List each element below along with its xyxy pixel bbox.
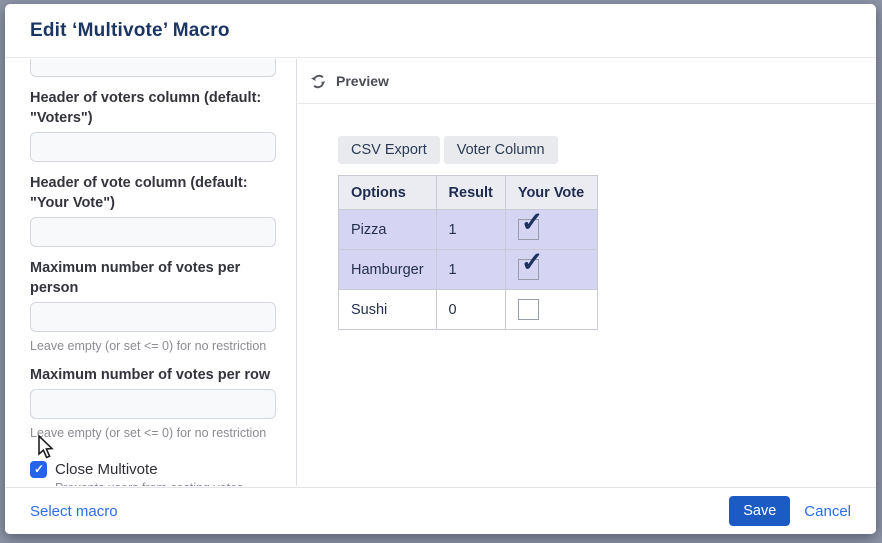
result-cell: 0 [436,290,505,330]
refresh-icon[interactable] [310,73,327,90]
preview-button-row: CSV Export Voter Column [338,136,876,164]
option-cell: Hamburger [339,250,437,290]
max-votes-row-label: Maximum number of votes per row [30,365,276,385]
close-multivote-row: Close Multivote [30,461,276,478]
table-row: Pizza 1 [339,210,598,250]
dialog-footer: Select macro Save Cancel [5,487,876,534]
table-row: Sushi 0 [339,290,598,330]
column-header-result: Result [436,176,505,210]
vote-column-input[interactable] [30,217,276,247]
voter-column-button[interactable]: Voter Column [444,136,558,164]
cancel-link[interactable]: Cancel [804,503,851,520]
dialog-header: Edit ‘Multivote’ Macro [5,4,876,58]
column-header-options: Options [339,176,437,210]
max-votes-row-hint: Leave empty (or set <= 0) for no restric… [30,426,276,441]
edit-macro-dialog: Edit ‘Multivote’ Macro Header of voters … [5,4,876,534]
csv-export-button[interactable]: CSV Export [338,136,440,164]
vote-checkbox[interactable] [518,219,539,240]
voters-column-label: Header of voters column (default: "Voter… [30,88,276,128]
preview-panel: Preview CSV Export Voter Column Options … [296,59,876,486]
result-cell: 1 [436,210,505,250]
save-button[interactable]: Save [729,496,790,526]
preview-title: Preview [336,73,389,89]
max-votes-row-input[interactable] [30,389,276,419]
vote-preview-table: Options Result Your Vote Pizza 1 Hamburg… [338,175,598,330]
result-cell: 1 [436,250,505,290]
table-row: Hamburger 1 [339,250,598,290]
vote-checkbox[interactable] [518,259,539,280]
voters-column-input[interactable] [30,132,276,162]
top-partial-input[interactable] [30,59,276,77]
vote-column-label: Header of vote column (default: "Your Vo… [30,173,276,213]
select-macro-link[interactable]: Select macro [30,503,118,520]
close-multivote-label: Close Multivote [55,461,158,478]
macro-form-panel: Header of voters column (default: "Voter… [5,59,296,486]
max-votes-person-label: Maximum number of votes per person [30,258,276,298]
dialog-body: Header of voters column (default: "Voter… [5,59,876,486]
column-header-your-vote: Your Vote [505,176,597,210]
footer-actions: Save Cancel [729,496,851,526]
max-votes-person-hint: Leave empty (or set <= 0) for no restric… [30,339,276,354]
vote-checkbox[interactable] [518,299,539,320]
close-multivote-hint: Prevents users from casting votes [30,481,276,486]
preview-header: Preview [297,59,876,104]
preview-content: CSV Export Voter Column Options Result Y… [297,104,876,330]
dialog-title: Edit ‘Multivote’ Macro [30,20,230,42]
close-multivote-checkbox[interactable] [30,461,47,478]
table-header-row: Options Result Your Vote [339,176,598,210]
option-cell: Sushi [339,290,437,330]
option-cell: Pizza [339,210,437,250]
max-votes-person-input[interactable] [30,302,276,332]
